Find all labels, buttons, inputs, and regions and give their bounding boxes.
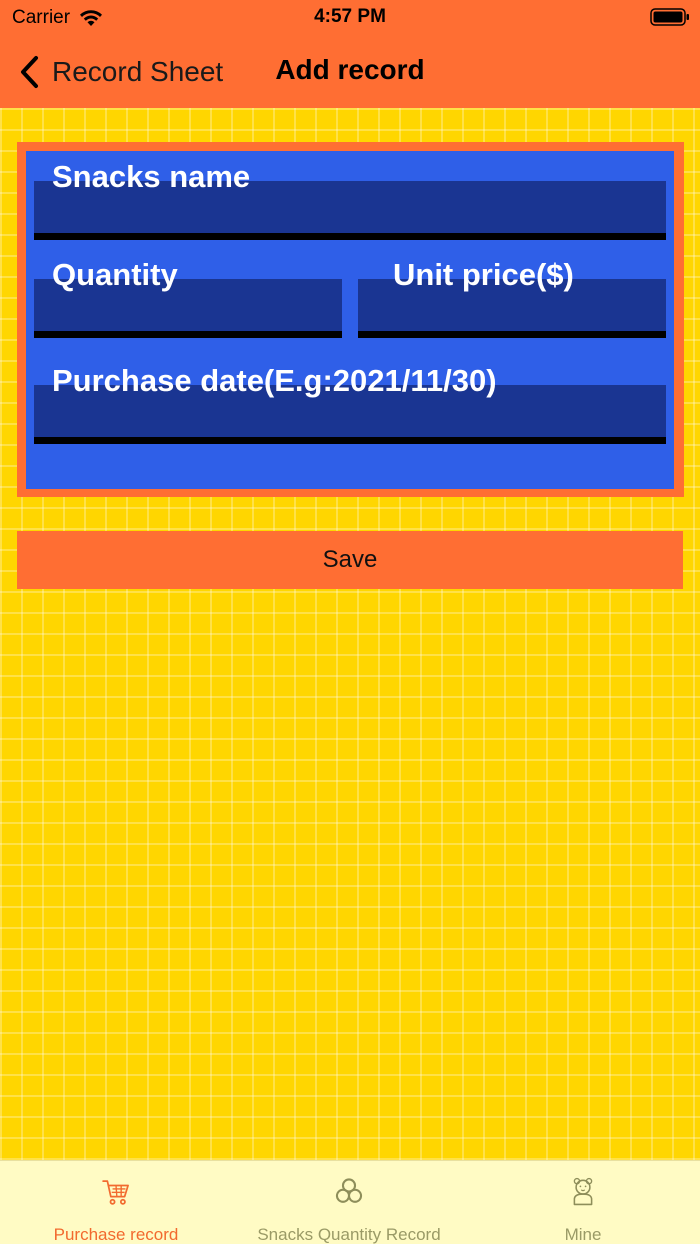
tab-purchase-record-label: Purchase record	[53, 1225, 179, 1244]
tab-mine[interactable]: Mine	[523, 1161, 643, 1244]
purchase-date-label: Purchase date(E.g:2021/11/30)	[52, 363, 497, 398]
navigation-bar: Record Sheet Add record	[0, 36, 700, 108]
circles-icon	[335, 1178, 363, 1203]
save-button[interactable]: Save	[17, 531, 683, 589]
record-form: Snacks name Quantity Unit price($) Purch…	[17, 142, 684, 497]
quantity-label: Quantity	[52, 257, 178, 292]
clock: 4:57 PM	[314, 6, 386, 27]
page-title: Add record	[275, 54, 425, 85]
tab-snacks-quantity-record-label: Snacks Quantity Record	[257, 1225, 441, 1244]
battery-icon	[650, 8, 689, 26]
bear-icon	[573, 1177, 593, 1206]
tab-bar: Purchase record Snacks Quantity Record M…	[0, 1160, 700, 1244]
tab-mine-label: Mine	[564, 1225, 602, 1244]
unit-price-label: Unit price($)	[393, 257, 574, 292]
status-bar: Carrier 4:57 PM	[0, 0, 700, 36]
cart-icon	[102, 1180, 129, 1205]
snacks-name-label: Snacks name	[52, 159, 251, 194]
app-screen: Carrier 4:57 PM Record Sheet Add record …	[0, 0, 700, 1244]
record-form-panel: Snacks name Quantity Unit price($) Purch…	[26, 151, 674, 489]
tab-purchase-record[interactable]: Purchase record	[16, 1161, 216, 1244]
header: Carrier 4:57 PM Record Sheet Add record	[0, 0, 700, 108]
tab-snacks-quantity-record[interactable]: Snacks Quantity Record	[234, 1161, 464, 1244]
